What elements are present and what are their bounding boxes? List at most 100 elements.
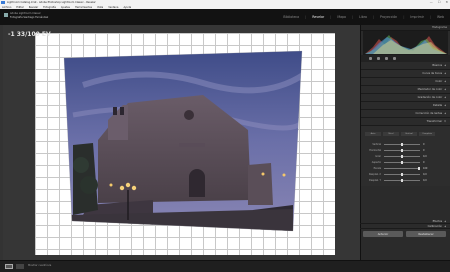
slider-value[interactable]: 0 (423, 143, 424, 146)
module-separator: | (403, 15, 405, 19)
section-basicos[interactable]: Básicos ◀ (361, 62, 450, 70)
exposure-readout: -1 33/100 EV (8, 31, 51, 38)
identity-line2: Fotografía Santiago Fernández (10, 16, 49, 19)
section-label: Calibración (427, 224, 443, 228)
slider-knob[interactable] (401, 160, 403, 164)
bottom-toolbar: Mostrar cuadrícula (0, 260, 450, 272)
collapse-icon: ◀ (444, 72, 446, 75)
slider-track[interactable] (384, 178, 420, 182)
slider-track[interactable] (384, 148, 420, 152)
slider-track[interactable] (384, 154, 420, 158)
transform-panel: Auto Nivel Vertical Completa Vertical 0 H… (361, 126, 450, 186)
slider-scale[interactable]: Escala 100 (367, 166, 427, 170)
slider-value[interactable]: 0 (423, 149, 424, 152)
section-label: Básicos (432, 64, 443, 67)
slider-value[interactable]: 100 (423, 167, 427, 170)
slider-label: Aspecto (371, 160, 381, 164)
collapse-icon: ◀ (444, 64, 446, 67)
upright-buttons: Auto Nivel Vertical Completa (365, 132, 435, 136)
slider-track[interactable] (384, 160, 420, 164)
section-label: Transformar (426, 120, 443, 123)
section-transformar[interactable]: Transformar ▼ (361, 118, 450, 126)
slider-knob[interactable] (401, 148, 403, 152)
spot-removal-icon[interactable] (377, 57, 380, 60)
collapse-icon: ◀ (444, 80, 446, 83)
module-picker: Biblioteca | Revelar | Mapa | Libro | Proyec… (283, 15, 444, 19)
tool-strip (361, 55, 450, 62)
red-eye-icon[interactable] (385, 57, 388, 60)
module-separator: | (352, 15, 354, 19)
upright-auto-button[interactable]: Auto (365, 132, 381, 136)
collapse-icon: ◀ (444, 104, 446, 107)
slider-aspect[interactable]: Aspecto 0 (367, 160, 424, 164)
upright-level-button[interactable]: Nivel (383, 132, 399, 136)
slider-value[interactable]: 0,0 (423, 155, 427, 158)
section-gradacion[interactable]: Gradación de color ◀ (361, 94, 450, 102)
section-calibracion[interactable]: Calibración ◀ (360, 224, 450, 229)
slider-label: Girar (375, 154, 381, 158)
slider-knob[interactable] (401, 178, 403, 182)
module-separator: | (330, 15, 332, 19)
slider-rotate[interactable]: Girar 0,0 (367, 154, 427, 158)
section-mezclador[interactable]: Mezclador de color ◀ (361, 86, 450, 94)
logo-icon (4, 13, 8, 17)
slider-track[interactable] (384, 142, 420, 146)
slider-label: Horizontal (369, 148, 381, 152)
slider-value[interactable]: 0,0 (423, 179, 427, 182)
section-color[interactable]: Color ◀ (361, 78, 450, 86)
module-libro[interactable]: Libro (359, 15, 367, 19)
upright-vertical-button[interactable]: Vertical (401, 132, 417, 136)
upright-full-button[interactable]: Completa (419, 132, 435, 136)
before-after-icon[interactable] (16, 264, 24, 269)
collapse-icon: ◀ (444, 112, 446, 115)
expand-icon: ▼ (444, 120, 446, 123)
masking-icon[interactable] (393, 57, 396, 60)
image-view[interactable]: -1 33/100 EV (3, 25, 360, 260)
module-revelar[interactable]: Revelar (312, 15, 324, 19)
slider-vertical[interactable]: Vertical 0 (367, 142, 424, 146)
photo-preview[interactable] (3, 25, 360, 260)
collapse-icon: ◀ (444, 224, 446, 228)
module-web[interactable]: Web (437, 15, 444, 19)
slider-track[interactable] (384, 172, 420, 176)
slider-label: Desplaz. Y (369, 178, 381, 182)
module-proyeccion[interactable]: Proyección (380, 15, 397, 19)
reset-button[interactable]: Restablecer (406, 231, 446, 237)
slider-knob[interactable] (418, 166, 420, 170)
crop-icon[interactable] (369, 57, 372, 60)
right-panel-footer: Efectos ◀ Calibración ◀ Anterior Restablec… (360, 219, 450, 239)
previous-button[interactable]: Anterior (363, 231, 403, 237)
module-separator: | (305, 15, 307, 19)
slider-knob[interactable] (401, 142, 403, 146)
module-imprimir[interactable]: Imprimir (410, 15, 424, 19)
module-biblioteca[interactable]: Biblioteca (283, 15, 299, 19)
collapse-icon: ◀ (444, 219, 446, 223)
section-detalle[interactable]: Detalle ◀ (361, 102, 450, 110)
slider-knob[interactable] (401, 172, 403, 176)
slider-value[interactable]: 0,0 (423, 173, 427, 176)
section-label: Color (435, 80, 443, 83)
app-icon (1, 1, 5, 4)
identity-line1: Adobe Lightroom Classic (10, 12, 41, 15)
slider-horizontal[interactable]: Horizontal 0 (367, 148, 424, 152)
window-title: Lightroom Catalog.lrcat - Adobe Photosho… (7, 1, 96, 4)
collapse-icon: ◀ (444, 96, 446, 99)
loupe-view-icon[interactable] (5, 264, 13, 269)
section-label: Corrección de lentes (415, 112, 443, 115)
section-label: Detalle (432, 104, 443, 107)
section-curva[interactable]: Curva de tonos ◀ (361, 70, 450, 78)
slider-label: Vertical (372, 142, 381, 146)
slider-value[interactable]: 0 (423, 161, 424, 164)
collapse-icon: ◀ (444, 88, 446, 91)
slider-label: Desplaz. X (368, 172, 381, 176)
slider-knob[interactable] (401, 154, 403, 158)
slider-label: Escala (373, 166, 381, 170)
histogram (363, 31, 448, 55)
module-mapa[interactable]: Mapa (337, 15, 346, 19)
grid-toggle-label[interactable]: Mostrar cuadrícula (28, 264, 51, 267)
slider-offset-y[interactable]: Desplaz. Y 0,0 (367, 178, 427, 182)
slider-offset-x[interactable]: Desplaz. X 0,0 (367, 172, 427, 176)
section-lentes[interactable]: Corrección de lentes ◀ (361, 110, 450, 118)
slider-track[interactable] (384, 166, 420, 170)
section-label: Mezclador de color (417, 88, 443, 91)
